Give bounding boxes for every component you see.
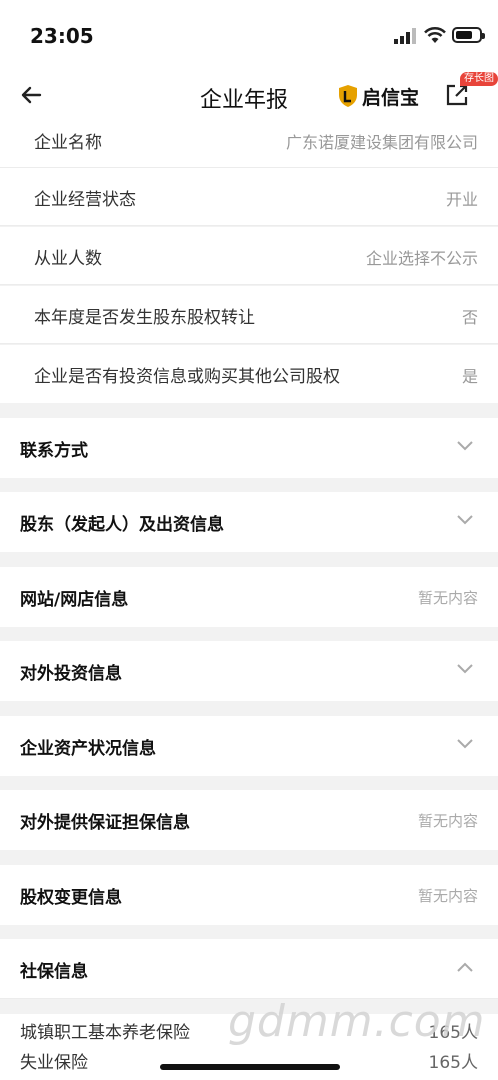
info-label: 企业经营状态 [34, 190, 136, 210]
insurance-label: 失业保险 [20, 1053, 88, 1073]
info-label: 从业人数 [34, 249, 102, 269]
chevron-down-icon [457, 739, 473, 749]
section-equity-change: 股权变更信息 暂无内容 [0, 865, 498, 925]
wifi-icon [424, 27, 446, 43]
section-title: 联系方式 [20, 441, 88, 461]
watermark: gdmm.com [228, 996, 486, 1047]
section-social-insurance[interactable]: 社保信息 [0, 939, 498, 999]
info-row: 从业人数 企业选择不公示 [0, 227, 498, 285]
section-guarantee: 对外提供保证担保信息 暂无内容 [0, 790, 498, 850]
empty-text: 暂无内容 [417, 812, 478, 830]
info-value: 开业 [445, 190, 478, 209]
section-shareholders[interactable]: 股东（发起人）及出资信息 [0, 492, 498, 552]
section-title: 股权变更信息 [20, 888, 122, 908]
section-title: 社保信息 [20, 962, 88, 982]
info-row: 企业名称 广东诺厦建设集团有限公司 [0, 110, 498, 168]
empty-text: 暂无内容 [417, 589, 478, 607]
insurance-value: 165人 [428, 1053, 478, 1073]
status-time: 23:05 [30, 24, 94, 48]
list-item: 失业保险 165人 [0, 1044, 498, 1080]
shield-icon [339, 85, 357, 107]
info-label: 企业是否有投资信息或购买其他公司股权 [34, 367, 340, 387]
cellular-signal-icon [394, 28, 416, 44]
chevron-up-icon [457, 962, 473, 972]
info-value: 是 [461, 367, 478, 386]
section-title: 网站/网店信息 [20, 590, 129, 610]
section-title: 企业资产状况信息 [20, 739, 156, 759]
home-indicator[interactable] [160, 1064, 340, 1070]
info-value: 企业选择不公示 [365, 249, 478, 268]
section-contact[interactable]: 联系方式 [0, 418, 498, 478]
section-website: 网站/网店信息 暂无内容 [0, 567, 498, 627]
brand-logo: 启信宝 [338, 82, 419, 110]
info-row: 企业经营状态 开业 [0, 168, 498, 226]
empty-text: 暂无内容 [417, 887, 478, 905]
section-assets[interactable]: 企业资产状况信息 [0, 716, 498, 776]
back-arrow-icon[interactable] [16, 80, 46, 110]
chevron-down-icon [457, 515, 473, 525]
status-bar: 23:05 [0, 0, 498, 64]
info-value: 广东诺厦建设集团有限公司 [285, 133, 478, 152]
info-value: 否 [461, 308, 478, 327]
section-title: 对外提供保证担保信息 [20, 813, 190, 833]
info-label: 企业名称 [34, 133, 102, 153]
section-title: 股东（发起人）及出资信息 [20, 515, 224, 535]
info-row: 企业是否有投资信息或购买其他公司股权 是 [0, 345, 498, 403]
insurance-label: 城镇职工基本养老保险 [20, 1023, 190, 1043]
brand-name: 启信宝 [362, 86, 420, 109]
chevron-down-icon [457, 441, 473, 451]
battery-icon [452, 27, 485, 43]
info-label: 本年度是否发生股东股权转让 [34, 308, 255, 328]
section-investment[interactable]: 对外投资信息 [0, 641, 498, 701]
save-long-image-badge[interactable]: 存长图 [460, 72, 498, 86]
section-title: 对外投资信息 [20, 664, 122, 684]
info-row: 本年度是否发生股东股权转让 否 [0, 286, 498, 344]
chevron-down-icon [457, 664, 473, 674]
